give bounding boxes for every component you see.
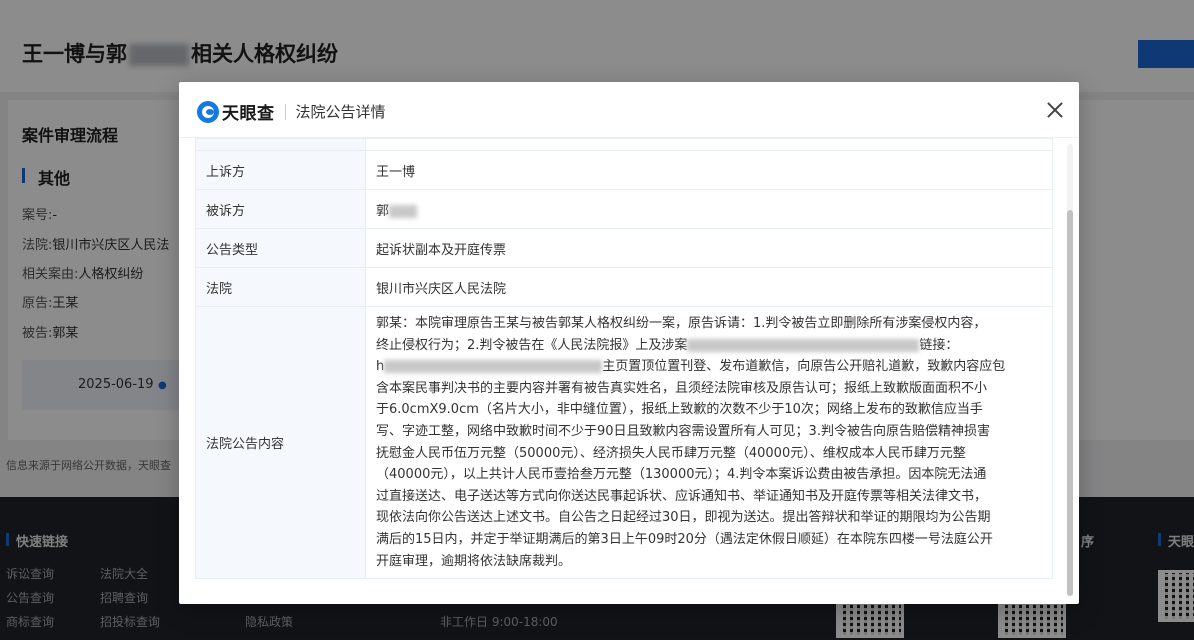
table-row: 法院公告内容 郭某：本院审理原告王某与被告郭某人格权纠纷一案，原告诉请：1.判令… xyxy=(195,305,1053,580)
announcement-detail-modal: 天眼查 法院公告详情 上诉方 王一博 被诉方 郭 公告类型 起诉状副本及开庭传票… xyxy=(179,82,1079,604)
table-row: 上诉方 王一博 xyxy=(195,150,1053,190)
title-divider xyxy=(284,103,286,120)
tianyancha-logo-icon xyxy=(197,100,219,123)
modal-title: 法院公告详情 xyxy=(295,103,386,121)
row-key: 公告类型 xyxy=(195,228,366,268)
modal-body: 上诉方 王一博 被诉方 郭 公告类型 起诉状副本及开庭传票 法院 银川市兴庆区人… xyxy=(195,138,1053,598)
table-row: 法院 银川市兴庆区人民法院 xyxy=(195,267,1053,307)
announcement-type-value: 起诉状副本及开庭传票 xyxy=(365,228,1053,268)
row-key: 法院公告内容 xyxy=(195,305,366,580)
appellee-value: 郭 xyxy=(365,189,1053,229)
modal-header: 天眼查 法院公告详情 xyxy=(179,82,1079,138)
announcement-detail-table: 上诉方 王一博 被诉方 郭 公告类型 起诉状副本及开庭传票 法院 银川市兴庆区人… xyxy=(195,138,1053,580)
row-key: 上诉方 xyxy=(195,150,366,190)
court-value: 银川市兴庆区人民法院 xyxy=(365,267,1053,307)
redacted-name xyxy=(389,204,418,218)
logo-text: 天眼查 xyxy=(222,104,275,124)
row-key: 被诉方 xyxy=(195,189,366,229)
appellant-value: 王一博 xyxy=(365,150,1053,190)
scrollbar-thumb[interactable] xyxy=(1067,210,1073,596)
table-row: 被诉方 郭 xyxy=(195,189,1053,229)
modal-scrollbar[interactable] xyxy=(1067,144,1073,596)
tianyancha-logo: 天眼查 法院公告详情 xyxy=(197,99,386,124)
table-row: 公告类型 起诉状副本及开庭传票 xyxy=(195,228,1053,268)
redacted-url xyxy=(384,360,603,374)
redacted-text xyxy=(687,338,920,352)
table-row xyxy=(195,138,1053,151)
close-icon[interactable] xyxy=(1043,98,1067,122)
announcement-text: 郭某：本院审理原告王某与被告郭某人格权纠纷一案，原告诉请：1.判令被告立即删除所… xyxy=(376,316,1006,569)
row-key: 法院 xyxy=(195,267,366,307)
announcement-content: 郭某：本院审理原告王某与被告郭某人格权纠纷一案，原告诉请：1.判令被告立即删除所… xyxy=(365,305,1053,580)
